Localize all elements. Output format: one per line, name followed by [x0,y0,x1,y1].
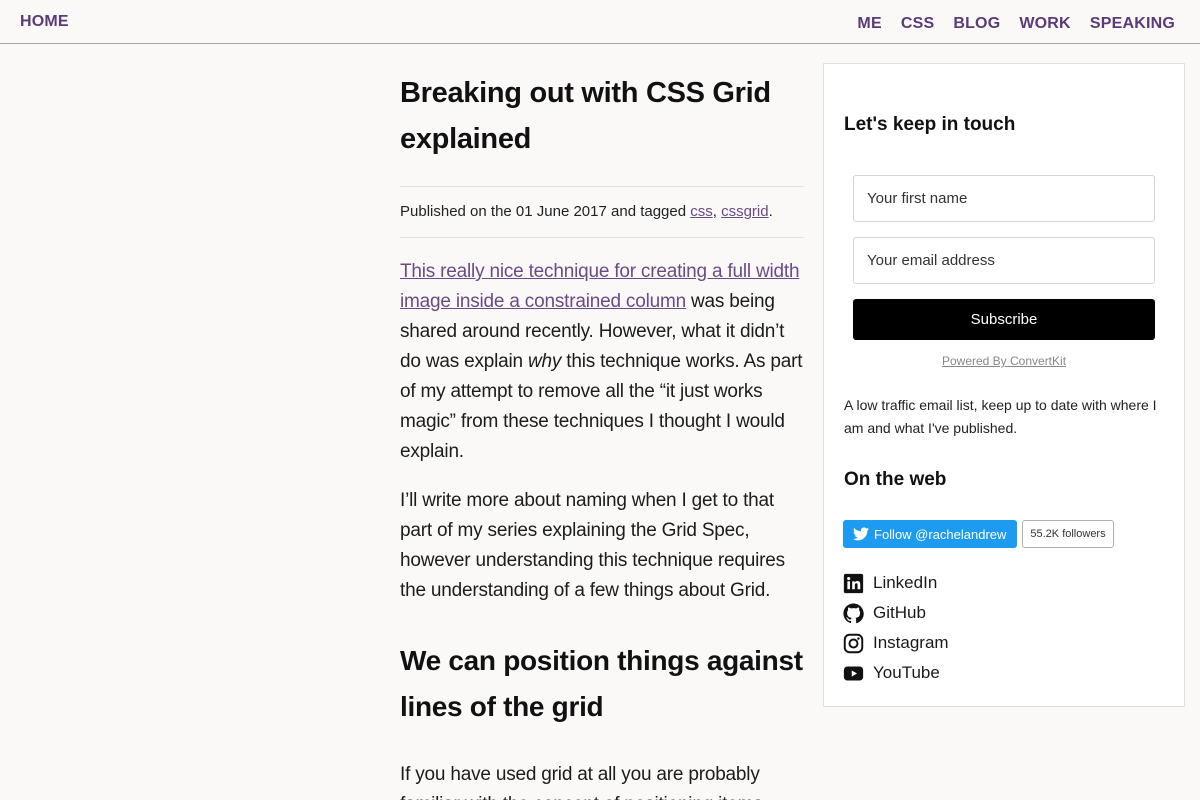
sidebar: Let's keep in touch Subscribe Powered By… [823,63,1185,707]
subscribe-button[interactable]: Subscribe [853,299,1155,340]
email-field[interactable] [853,237,1155,284]
body-paragraph-2: I’ll write more about naming when I get … [400,490,785,601]
meta-suffix: . [768,203,773,220]
nav-menu: ME CSS BLOG WORK SPEAKING [838,13,1175,33]
intro-emphasis: why [527,351,562,372]
intro-paragraph: This really nice technique for creating … [400,257,804,467]
twitter-follow-label: Follow @rachelandrew [874,526,1007,542]
nav-link-blog[interactable]: BLOG [953,15,1000,32]
meta-separator: , [712,203,722,220]
top-nav: HOME ME CSS BLOG WORK SPEAKING [0,0,1200,44]
nav-link-speaking[interactable]: SPEAKING [1090,15,1175,32]
first-name-field[interactable] [853,175,1155,222]
meta-published-text: Published on the 01 June 2017 and tagged [400,203,691,220]
tag-link-css[interactable]: css [690,203,713,220]
twitter-follow-button[interactable]: Follow @rachelandrew [843,520,1017,548]
nav-link-css[interactable]: CSS [901,15,935,32]
social-label-linkedin: LinkedIn [873,573,938,592]
nav-item-me: ME [857,13,881,33]
section-heading: We can position things against lines of … [400,645,803,722]
body-paragraph-3: If you have used grid at all you are pro… [400,764,763,800]
social-links: LinkedIn GitHub Instagram YouTube [843,568,949,688]
twitter-followers-count[interactable]: 55.2K followers [1022,520,1114,548]
newsletter-title: Let's keep in touch [844,114,1016,135]
social-item-github[interactable]: GitHub [843,598,949,628]
youtube-icon [843,666,864,680]
nav-link-me[interactable]: ME [857,15,881,32]
social-label-youtube: YouTube [873,663,940,682]
newsletter-description: A low traffic email list, keep up to dat… [844,397,1157,436]
powered-by-link[interactable]: Powered By ConvertKit [824,354,1184,368]
nav-item-work: WORK [1019,13,1070,33]
nav-item-speaking: SPEAKING [1090,13,1175,33]
social-label-instagram: Instagram [873,633,949,652]
github-icon [843,602,864,623]
tag-link-cssgrid[interactable]: cssgrid [721,203,769,220]
nav-item-blog: BLOG [953,13,1000,33]
social-label-github: GitHub [873,603,926,622]
nav-item-css: CSS [901,13,935,33]
twitter-bird-icon [853,527,869,541]
instagram-icon [843,633,864,653]
on-the-web-title: On the web [844,469,947,490]
article-title: Breaking out with CSS Grid explained [400,77,771,155]
article-meta: Published on the 01 June 2017 and tagged… [400,186,804,238]
social-item-youtube[interactable]: YouTube [843,658,949,688]
article: Breaking out with CSS Grid explained Pub… [400,70,804,800]
nav-home-link[interactable]: HOME [20,13,69,31]
nav-link-work[interactable]: WORK [1019,15,1070,32]
social-item-linkedin[interactable]: LinkedIn [843,568,949,598]
linkedin-icon [843,573,864,593]
social-item-instagram[interactable]: Instagram [843,628,949,658]
